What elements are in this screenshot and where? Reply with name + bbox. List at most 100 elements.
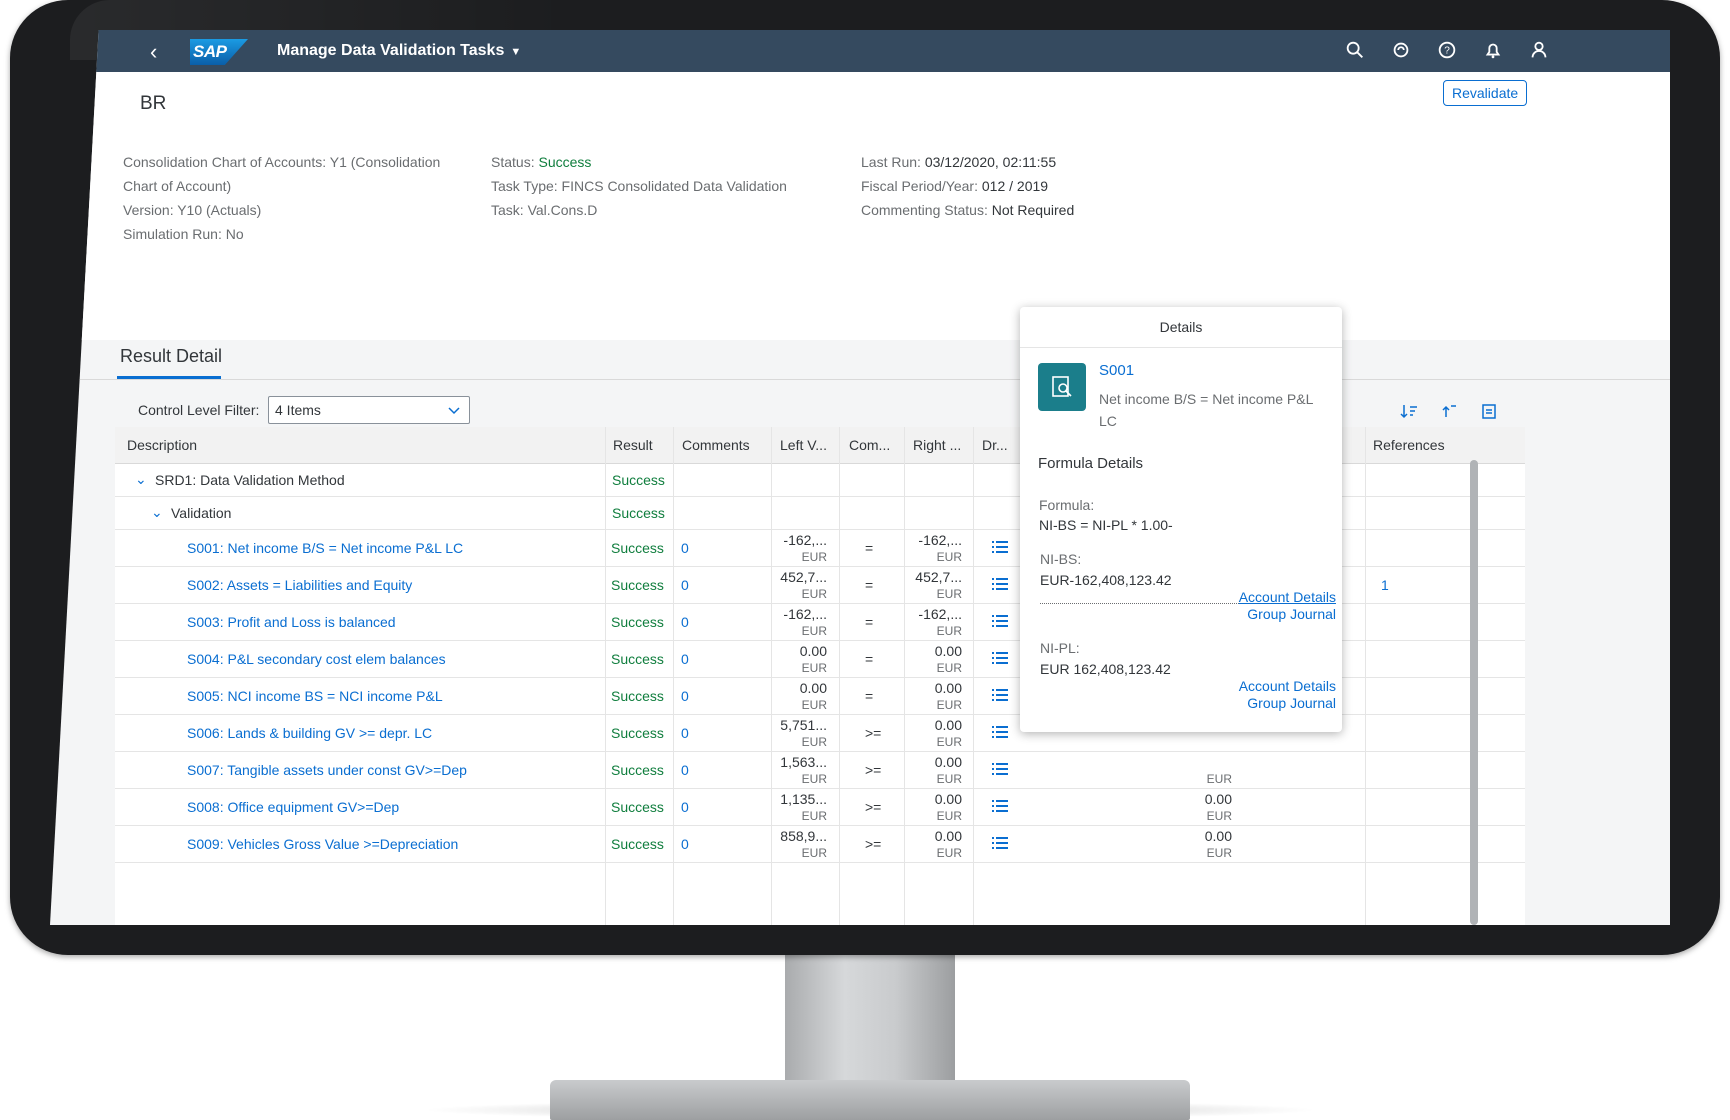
row-comments-count-link[interactable]: 0 bbox=[681, 836, 689, 852]
app-title-menu[interactable]: Manage Data Validation Tasks ▼ bbox=[277, 42, 521, 60]
vertical-scrollbar[interactable] bbox=[1470, 460, 1478, 925]
user-icon[interactable] bbox=[1528, 39, 1550, 61]
col-left-value[interactable]: Left V... bbox=[780, 437, 827, 453]
col-drilldown[interactable]: Dr... bbox=[982, 437, 1008, 453]
details-popover: Details S001 Net income B/S = Net income… bbox=[1020, 307, 1342, 732]
col-references[interactable]: References bbox=[1373, 437, 1445, 453]
popover-rule-id-link[interactable]: S001 bbox=[1099, 362, 1134, 379]
task-type: Task Type: FINCS Consolidated Data Valid… bbox=[491, 178, 787, 194]
monitor-stand-base bbox=[550, 1080, 1190, 1120]
back-icon[interactable]: ‹ bbox=[150, 39, 157, 65]
row-comparison-operator: >= bbox=[865, 762, 882, 778]
row-right-unit: EUR bbox=[936, 772, 962, 786]
tab-selected-indicator bbox=[117, 376, 221, 379]
task: Task: Val.Cons.D bbox=[491, 202, 598, 218]
row-description-link[interactable]: S009: Vehicles Gross Value >=Depreciatio… bbox=[187, 836, 458, 852]
row-right-unit: EUR bbox=[936, 698, 962, 712]
notification-bell-icon[interactable] bbox=[1482, 39, 1504, 61]
row-description-link[interactable]: S004: P&L secondary cost elem balances bbox=[187, 651, 446, 667]
row-comparison-operator: >= bbox=[865, 725, 882, 741]
row-comments-count-link[interactable]: 0 bbox=[681, 614, 689, 630]
table-row[interactable]: S008: Office equipment GV>=Dep Success 0 1,… bbox=[115, 788, 1525, 826]
search-icon[interactable] bbox=[1344, 39, 1366, 61]
row-description-link[interactable]: S007: Tangible assets under const GV>=De… bbox=[187, 762, 467, 778]
nibs-account-details-link[interactable]: Account Details bbox=[1239, 589, 1336, 605]
chart-of-accounts-cont: Chart of Account) bbox=[123, 178, 232, 194]
row-comparison-operator: >= bbox=[865, 836, 882, 852]
col-comparison[interactable]: Com... bbox=[849, 437, 890, 453]
table-row[interactable]: S009: Vehicles Gross Value >=Depreciatio… bbox=[115, 825, 1525, 863]
list-drilldown-icon[interactable] bbox=[991, 612, 1009, 630]
collapse-icon[interactable] bbox=[1440, 402, 1458, 420]
nipl-group-journal-link[interactable]: Group Journal bbox=[1247, 695, 1336, 711]
row-description-link[interactable]: S002: Assets = Liabilities and Equity bbox=[187, 577, 412, 593]
commenting-label: Commenting Status: bbox=[861, 202, 988, 218]
row-result: Success bbox=[611, 540, 664, 556]
row-left-value: 452,7... bbox=[780, 569, 827, 585]
row-description-link[interactable]: S008: Office equipment GV>=Dep bbox=[187, 799, 399, 815]
sap-logo[interactable]: SAP bbox=[190, 39, 248, 65]
row-references-link[interactable]: 1 bbox=[1381, 577, 1389, 593]
sort-descending-icon[interactable] bbox=[1400, 402, 1418, 420]
row-comments-count-link[interactable]: 0 bbox=[681, 540, 689, 556]
row-result: Success bbox=[611, 651, 664, 667]
row-comparison-operator: = bbox=[865, 651, 874, 667]
row-comparison-operator: = bbox=[865, 577, 874, 593]
row-result: Success bbox=[611, 688, 664, 704]
row-description-link[interactable]: S001: Net income B/S = Net income P&L LC bbox=[187, 540, 463, 556]
row-comments-count-link[interactable]: 0 bbox=[681, 799, 689, 815]
list-drilldown-icon[interactable] bbox=[991, 834, 1009, 852]
list-drilldown-icon[interactable] bbox=[991, 686, 1009, 704]
export-icon[interactable] bbox=[1480, 402, 1498, 420]
group-label: Validation bbox=[171, 505, 232, 521]
row-comments-count-link[interactable]: 0 bbox=[681, 688, 689, 704]
list-drilldown-icon[interactable] bbox=[991, 575, 1009, 593]
expand-chevron-icon[interactable]: ⌄ bbox=[151, 504, 163, 521]
filter-value: 4 Items bbox=[275, 402, 321, 418]
row-left-unit: EUR bbox=[801, 587, 827, 601]
row-comments-count-link[interactable]: 0 bbox=[681, 651, 689, 667]
list-drilldown-icon[interactable] bbox=[991, 723, 1009, 741]
list-drilldown-icon[interactable] bbox=[991, 649, 1009, 667]
row-left-unit: EUR bbox=[801, 698, 827, 712]
shell-actions: ? bbox=[1344, 39, 1550, 61]
revalidate-button[interactable]: Revalidate bbox=[1443, 80, 1528, 106]
nipl-account-details-link[interactable]: Account Details bbox=[1239, 678, 1336, 694]
row-description-link[interactable]: S003: Profit and Loss is balanced bbox=[187, 614, 396, 630]
nipl-value: EUR 162,408,123.42 bbox=[1040, 661, 1171, 677]
list-drilldown-icon[interactable] bbox=[991, 538, 1009, 556]
row-right-unit: EUR bbox=[936, 550, 962, 564]
table-row[interactable]: S007: Tangible assets under const GV>=De… bbox=[115, 751, 1525, 789]
header-attributes-1: Consolidation Chart of Accounts: Y1 (Con… bbox=[123, 150, 440, 246]
row-right-unit: EUR bbox=[936, 661, 962, 675]
col-description[interactable]: Description bbox=[127, 437, 197, 453]
row-left-unit: EUR bbox=[801, 624, 827, 638]
formula-label: Formula: bbox=[1039, 497, 1095, 513]
row-comparison-operator: >= bbox=[865, 799, 882, 815]
fiscal-label: Fiscal Period/Year: bbox=[861, 178, 978, 194]
section-divider bbox=[70, 379, 1670, 380]
copilot-icon[interactable] bbox=[1390, 39, 1412, 61]
col-comments[interactable]: Comments bbox=[682, 437, 750, 453]
tab-result-detail[interactable]: Result Detail bbox=[120, 346, 222, 367]
row-comments-count-link[interactable]: 0 bbox=[681, 577, 689, 593]
list-drilldown-icon[interactable] bbox=[991, 797, 1009, 815]
row-comments-count-link[interactable]: 0 bbox=[681, 725, 689, 741]
row-left-unit: EUR bbox=[801, 735, 827, 749]
row-description-link[interactable]: S005: NCI income BS = NCI income P&L bbox=[187, 688, 443, 704]
col-result[interactable]: Result bbox=[613, 437, 653, 453]
commenting-value: Not Required bbox=[991, 202, 1075, 218]
row-description-link[interactable]: S006: Lands & building GV >= depr. LC bbox=[187, 725, 432, 741]
hidden-col-value: 0.00 bbox=[1204, 828, 1232, 844]
row-result: Success bbox=[611, 762, 664, 778]
row-left-unit: EUR bbox=[801, 809, 827, 823]
control-level-filter-select[interactable]: 4 Items bbox=[268, 396, 470, 424]
list-drilldown-icon[interactable] bbox=[991, 760, 1009, 778]
nibs-group-journal-link[interactable]: Group Journal bbox=[1247, 606, 1336, 622]
col-right-value[interactable]: Right ... bbox=[913, 437, 961, 453]
expand-chevron-icon[interactable]: ⌄ bbox=[135, 471, 147, 488]
help-icon[interactable]: ? bbox=[1436, 39, 1458, 61]
popover-title: Details bbox=[1020, 307, 1342, 348]
row-comments-count-link[interactable]: 0 bbox=[681, 762, 689, 778]
row-left-value: 5,751... bbox=[780, 717, 827, 733]
